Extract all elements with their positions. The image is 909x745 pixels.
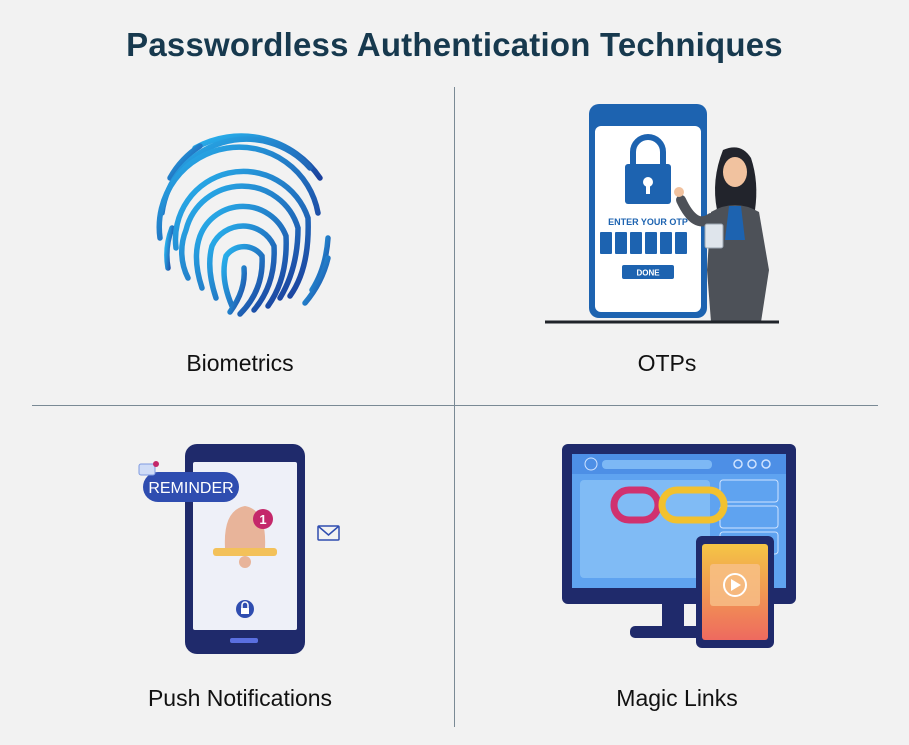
- otps-label: OTPs: [637, 350, 697, 376]
- page-title: Passwordless Authentication Techniques: [126, 26, 783, 63]
- otp-prompt-text: ENTER YOUR OTP: [608, 217, 688, 227]
- biometrics-label: Biometrics: [186, 350, 294, 376]
- bell-badge-count: 1: [259, 512, 266, 527]
- magic-links-label: Magic Links: [616, 685, 738, 711]
- otp-phone-icon: ENTER YOUR OTP DONE: [545, 104, 779, 324]
- fingerprint-icon: [156, 133, 331, 317]
- horizontal-divider: [32, 405, 878, 406]
- otp-done-text: DONE: [636, 269, 660, 278]
- mail-icon: [317, 525, 340, 541]
- push-notification-phone-icon: 1 REMINDER: [138, 444, 340, 654]
- vertical-divider: [454, 87, 455, 727]
- push-notifications-label: Push Notifications: [147, 685, 333, 711]
- magic-link-monitor-icon: [562, 444, 796, 648]
- reminder-text: REMINDER: [148, 480, 233, 497]
